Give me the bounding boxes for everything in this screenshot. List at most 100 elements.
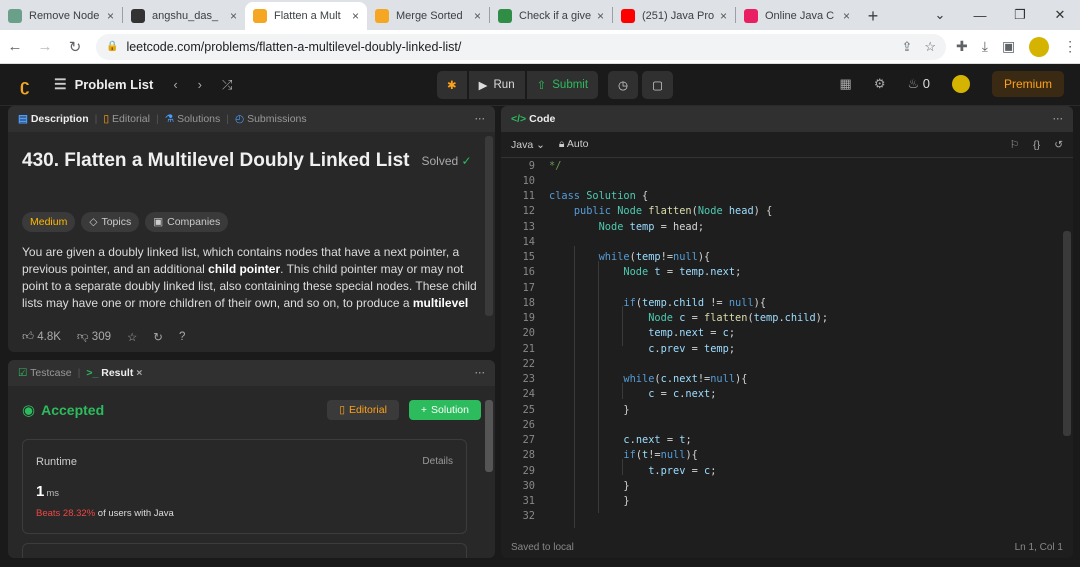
topics-tag[interactable]: ◇ Topics [81,212,140,232]
tab-description[interactable]: ▤ Description [18,113,89,125]
tab-editorial[interactable]: ▯ Editorial [103,113,150,125]
bookmark-star-icon[interactable]: ☆ [924,39,936,55]
download-icon[interactable]: ⤓ [982,38,988,55]
code-line[interactable]: 10 [501,173,1073,188]
extensions-icon[interactable]: ✚ [956,38,968,55]
description-scrollbar[interactable] [485,136,493,316]
menu-dots-icon[interactable]: ⋮ [1063,38,1077,55]
code-line[interactable]: 9 */ [501,158,1073,173]
more-icon[interactable]: ⋯ [475,113,486,125]
code-line[interactable]: 20 temp.next = c; [501,326,1073,341]
close-tab-icon[interactable]: × [230,9,237,23]
tab-submissions[interactable]: ◴ Submissions [235,113,307,125]
help-icon[interactable]: ? [179,331,185,343]
details-link[interactable]: Details [422,456,453,467]
code-editor[interactable]: 9 */10 11 class Solution {12 public Node fl… [501,158,1073,536]
close-tab-icon[interactable]: × [720,9,727,23]
code-line[interactable]: 32 [501,509,1073,524]
run-button[interactable]: ▶ Run [468,71,525,99]
close-tab-icon[interactable]: × [474,9,481,23]
browser-tab[interactable]: Flatten a Mult × [245,2,367,30]
close-tab-icon[interactable]: × [597,9,604,23]
code-line[interactable]: 25 } [501,402,1073,417]
browser-tab[interactable]: Check if a give × [490,2,612,30]
code-line[interactable]: 27 c.next = t; [501,433,1073,448]
dislike-button[interactable]: 👎︎ 309 [77,330,111,344]
profile-avatar[interactable] [1029,36,1050,57]
leetcode-logo-icon[interactable]: ʗ [20,76,36,95]
companies-tag[interactable]: ▣ Companies [145,212,229,232]
code-line[interactable]: 18 if(temp.child != null){ [501,295,1073,310]
code-line[interactable]: 30 } [501,478,1073,493]
bookmark-icon[interactable]: ⚐ [1010,139,1019,151]
braces-icon[interactable]: {} [1033,139,1040,151]
code-line[interactable]: 29 t.prev = c; [501,463,1073,478]
code-line[interactable]: 23 while(c.next!=null){ [501,372,1073,387]
reload-icon[interactable]: ↻ [60,38,90,56]
code-line[interactable]: 15 while(temp!=null){ [501,250,1073,265]
user-avatar[interactable] [951,75,970,93]
code-line[interactable]: 19 Node c = flatten(temp.child); [501,311,1073,326]
problem-list-button[interactable]: ☰ Problem List [54,76,153,93]
code-line[interactable]: 13 Node temp = head; [501,219,1073,234]
browser-tab[interactable]: Merge Sorted × [367,2,489,30]
notes-button[interactable]: ▢ [642,71,673,99]
code-line[interactable]: 22 [501,356,1073,371]
submit-button[interactable]: ⇧ Submit [526,71,599,99]
forward-icon[interactable]: → [30,38,60,55]
browser-tab[interactable]: Remove Node × [0,2,122,30]
new-tab-icon[interactable]: + [858,2,888,30]
layout-icon[interactable]: ▦ [840,76,852,92]
streak-counter[interactable]: ♨ 0 [907,76,930,92]
code-line[interactable]: 24 c = c.next; [501,387,1073,402]
editorial-button[interactable]: ▯ Editorial [327,400,399,420]
debug-button[interactable]: ✱ [437,71,467,99]
code-line[interactable]: 17 [501,280,1073,295]
tab-solutions[interactable]: ⚗ Solutions [165,113,221,125]
more-icon[interactable]: ⋯ [475,367,486,379]
like-button[interactable]: 👍︎ 4.8K [22,330,61,344]
code-line[interactable]: 21 c.prev = temp; [501,341,1073,356]
browser-tab[interactable]: angshu_das_ × [123,2,245,30]
runtime-card[interactable]: Runtime Details 1 ms Beats 28.32% of user… [22,439,467,534]
close-window-icon[interactable]: ✕ [1040,7,1080,23]
code-line[interactable]: 28 if(t!=null){ [501,448,1073,463]
code-scrollbar[interactable] [1063,231,1071,436]
auto-mode[interactable]: 🔒︎ Auto [559,138,589,151]
close-tab-icon[interactable]: × [352,9,359,23]
code-line[interactable]: 14 [501,234,1073,249]
share-icon[interactable]: ⇪ [901,39,912,55]
maximize-icon[interactable]: ❐ [1000,7,1040,23]
code-line[interactable]: 11 class Solution { [501,189,1073,204]
shuffle-icon[interactable]: ⤮ [222,77,232,93]
browser-tab[interactable]: (251) Java Pro × [613,2,735,30]
code-line[interactable]: 26 [501,417,1073,432]
tab-testcase[interactable]: ☑ Testcase [18,367,72,379]
close-tab-icon[interactable]: × [107,9,114,23]
tab-result[interactable]: >_ Result × [86,367,142,379]
close-icon[interactable]: × [136,367,142,379]
result-scrollbar[interactable] [485,400,493,472]
code-line[interactable]: 12 public Node flatten(Node head) { [501,204,1073,219]
solution-button[interactable]: + Solution [408,400,481,420]
browser-tab[interactable]: Online Java C × [736,2,858,30]
minimize-icon[interactable]: — [960,8,1000,23]
settings-gear-icon[interactable]: ⚙ [874,76,886,92]
code-line[interactable]: 31 } [501,494,1073,509]
code-line[interactable]: 16 Node t = temp.next; [501,265,1073,280]
star-icon[interactable]: ☆ [127,330,137,344]
prev-problem-icon[interactable]: ‹ [173,77,177,92]
difficulty-tag[interactable]: Medium [22,212,76,232]
tab-search-icon[interactable]: ⌄ [920,7,960,23]
reset-icon[interactable]: ↺ [1054,139,1063,151]
memory-card[interactable] [22,543,467,558]
back-icon[interactable]: ← [0,38,30,55]
language-select[interactable]: Java ⌄ [511,139,545,151]
next-problem-icon[interactable]: › [198,77,202,92]
timer-button[interactable]: ◷ [608,71,639,99]
address-bar[interactable]: 🔒 leetcode.com/problems/flatten-a-multil… [96,33,946,60]
close-tab-icon[interactable]: × [843,9,850,23]
more-icon[interactable]: ⋯ [1053,113,1064,125]
sidepanel-icon[interactable]: ▣ [1002,38,1015,55]
premium-button[interactable]: Premium [991,71,1064,97]
